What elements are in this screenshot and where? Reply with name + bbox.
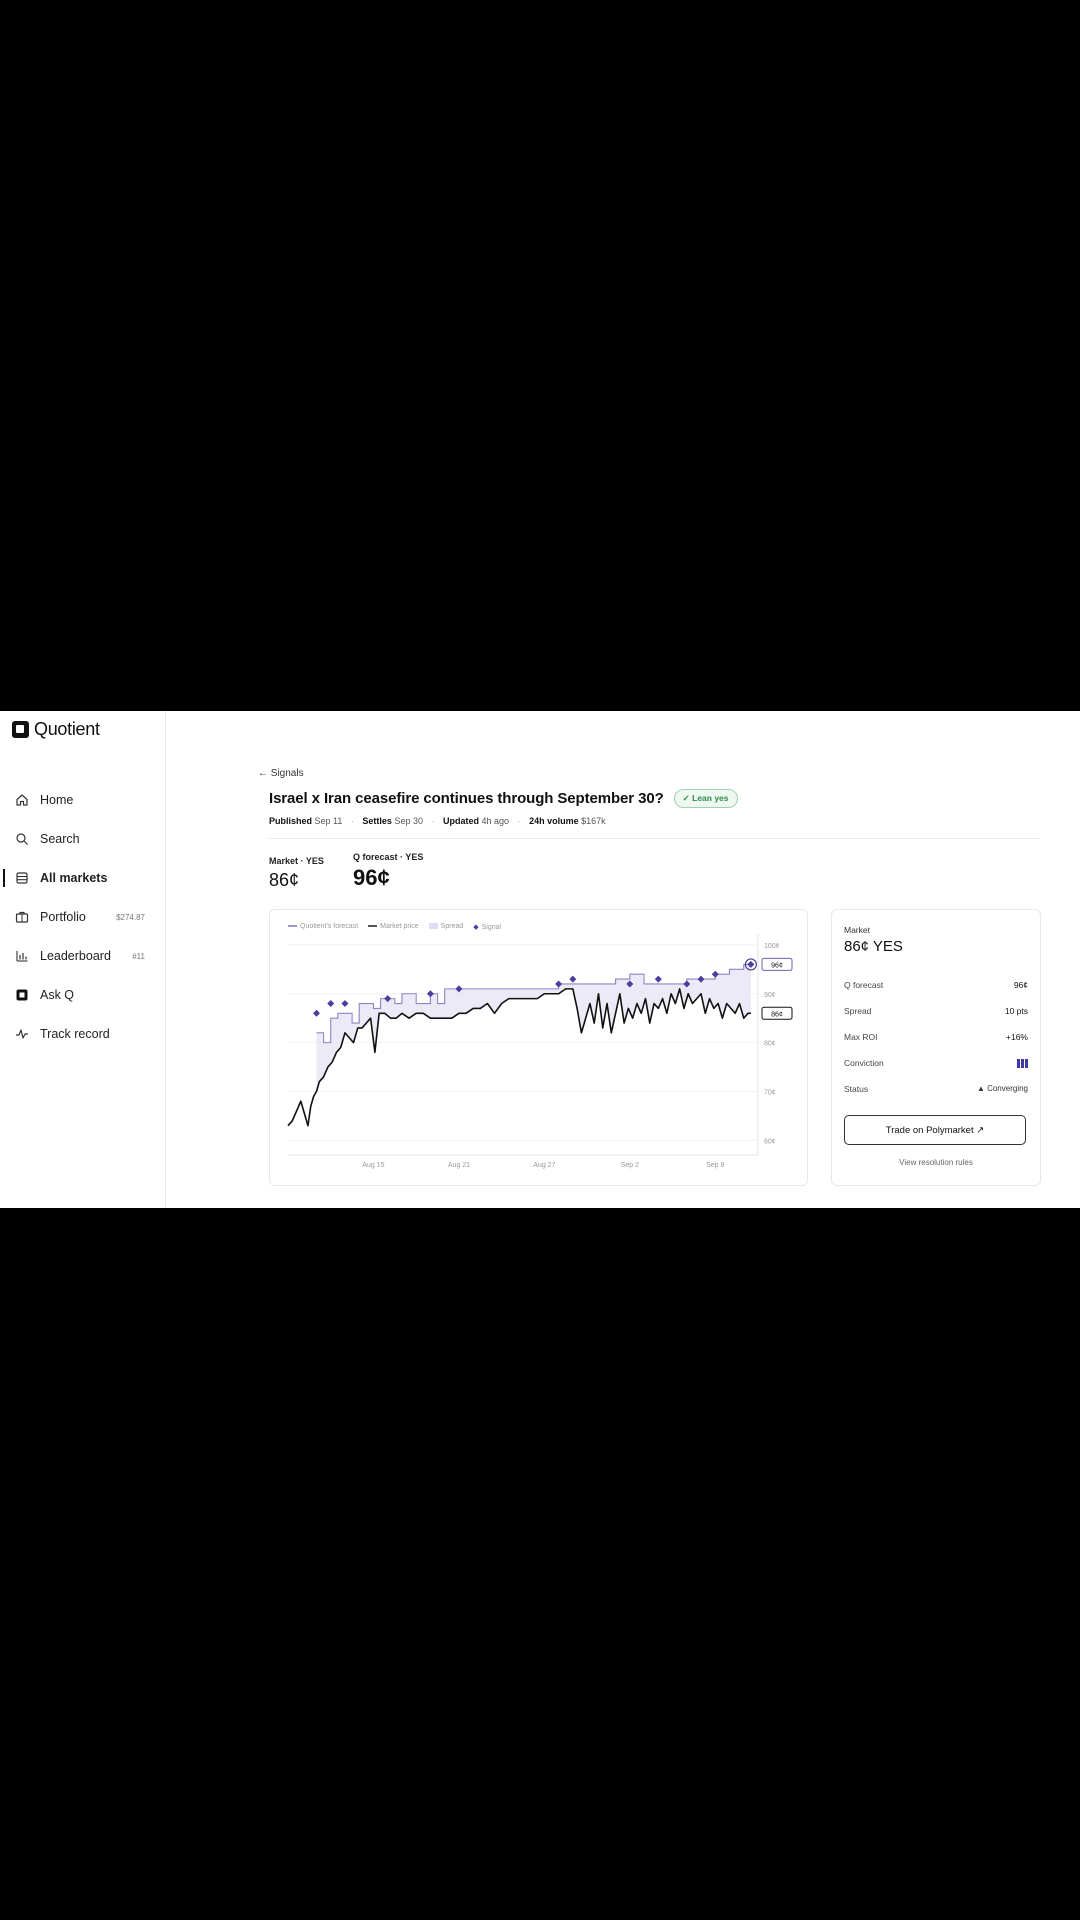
y-tick-label: 70¢	[764, 1089, 776, 1096]
sidebar-item-label: Leaderboard	[40, 949, 111, 963]
signal-marker	[569, 975, 577, 983]
row-value: 10 pts	[1004, 1006, 1028, 1016]
row-value: +16%	[1006, 1032, 1028, 1042]
app-window: Quotient Home Search All markets Portfol…	[0, 711, 1080, 1208]
sidebar-item-label: Home	[40, 793, 74, 807]
trade-on-polymarket-button[interactable]: Trade on Polymarket ↗	[844, 1115, 1026, 1145]
price-chart[interactable]: 100¢ 90¢ 80¢ 70¢ 60¢ Aug 15 Aug 21 Aug 27 Sep 2 S…	[270, 910, 807, 1185]
view-resolution-rules-link[interactable]: View resolution rules	[832, 1158, 1040, 1167]
activity-icon	[14, 1026, 30, 1042]
y-tick-label: 80¢	[764, 1041, 776, 1048]
settles-label: Settles	[362, 816, 392, 826]
sidebar-item-label: Track record	[40, 1027, 110, 1041]
volume-label: 24h volume	[529, 816, 579, 826]
market-stat: Market · YES 86¢	[269, 856, 324, 891]
signal-marker	[654, 975, 662, 983]
x-tick-label: Aug 27	[533, 1162, 555, 1169]
conviction-bar	[1025, 1059, 1028, 1068]
q-logo-icon	[14, 987, 30, 1003]
y-tick-label: 90¢	[764, 992, 776, 999]
market-stat-label: Market · YES	[269, 856, 324, 866]
row-key: Q forecast	[844, 980, 884, 990]
price-chart-card: Quotient's forecast Market price Spread …	[269, 909, 808, 1186]
separator: ·	[431, 816, 435, 826]
conviction-bar	[1017, 1059, 1020, 1068]
main-content: ← Signals Israel x Iran ceasefire contin…	[258, 711, 1041, 1208]
x-tick-label: Aug 21	[448, 1162, 470, 1169]
market-value-tag: 86¢	[771, 1011, 783, 1018]
row-key: Max ROI	[844, 1032, 878, 1042]
conviction-bars-icon	[1017, 1059, 1028, 1068]
sidebar-item-label: Search	[40, 832, 80, 846]
sidebar-item-label: All markets	[40, 871, 108, 885]
sidebar-item-label: Portfolio	[40, 910, 86, 924]
summary-row-conviction: Conviction	[844, 1058, 1028, 1072]
y-tick-label: 100¢	[764, 943, 780, 950]
brand-logo[interactable]: Quotient	[12, 719, 100, 740]
sidebar-item-leaderboard[interactable]: Leaderboard #11	[0, 941, 165, 971]
list-icon	[14, 870, 30, 886]
leaderboard-rank: #11	[132, 951, 145, 961]
bar-chart-icon	[14, 948, 30, 964]
summary-row-status: Status ▲ Converging	[844, 1084, 1028, 1098]
row-value: 96¢	[1013, 980, 1028, 990]
home-icon	[14, 792, 30, 808]
volume-value: $167k	[581, 816, 606, 826]
row-key: Status	[844, 1084, 869, 1094]
brand-name: Quotient	[34, 719, 100, 739]
market-stat-value: 86¢	[269, 870, 300, 890]
conviction-bar	[1021, 1059, 1024, 1068]
market-summary-card: Market 86¢ YES Q forecast 96¢ Spread 10 …	[831, 909, 1041, 1186]
x-tick-label: Sep 2	[621, 1162, 639, 1169]
forecast-stat-label: Q forecast · YES	[353, 852, 424, 862]
separator: ·	[350, 816, 354, 826]
title-row: Israel x Iran ceasefire continues throug…	[269, 789, 738, 808]
forecast-stat-value: 96¢	[353, 865, 390, 890]
row-value: ▲ Converging	[976, 1084, 1028, 1093]
sidebar: Quotient Home Search All markets Portfol…	[0, 711, 166, 1208]
published-value: Sep 11	[314, 816, 343, 826]
sidebar-item-track-record[interactable]: Track record	[0, 1019, 165, 1049]
quotient-logo-icon	[12, 721, 29, 738]
sidebar-item-all-markets[interactable]: All markets	[0, 863, 165, 893]
forecast-stat: Q forecast · YES 96¢	[353, 852, 423, 891]
briefcase-icon	[14, 909, 30, 925]
x-tick-label: Aug 15	[362, 1162, 384, 1169]
updated-label: Updated	[443, 816, 480, 826]
updated-value: 4h ago	[481, 816, 510, 826]
summary-row-max-roi: Max ROI +16%	[844, 1032, 1028, 1046]
sidebar-item-portfolio[interactable]: Portfolio $274.87	[0, 902, 165, 932]
status-badge: ✓ Lean yes	[673, 789, 738, 808]
row-key: Conviction	[844, 1058, 884, 1068]
page-title: Israel x Iran ceasefire continues throug…	[269, 790, 664, 807]
summary-row-spread: Spread 10 pts	[844, 1006, 1028, 1020]
sidebar-item-home[interactable]: Home	[0, 785, 165, 815]
portfolio-balance: $274.87	[116, 912, 145, 922]
row-key: Spread	[844, 1006, 872, 1016]
x-tick-label: Sep 8	[706, 1162, 724, 1169]
summary-market-value: 86¢ YES	[844, 938, 903, 955]
market-price-line	[287, 988, 751, 1127]
back-link[interactable]: ← Signals	[258, 768, 304, 779]
summary-row-forecast: Q forecast 96¢	[844, 980, 1028, 994]
sidebar-item-ask-q[interactable]: Ask Q	[0, 980, 165, 1010]
published-label: Published	[269, 816, 313, 826]
y-tick-label: 60¢	[764, 1138, 776, 1145]
forecast-value-tag: 96¢	[771, 962, 783, 969]
market-meta: Published Sep 11 · Settles Sep 30 · Upda…	[269, 816, 606, 826]
signal-marker	[312, 1009, 320, 1017]
summary-market-label: Market	[844, 925, 870, 935]
divider	[269, 838, 1040, 839]
sidebar-item-search[interactable]: Search	[0, 824, 165, 854]
separator: ·	[517, 816, 521, 826]
settles-value: Sep 30	[394, 816, 423, 826]
signal-marker	[327, 1000, 335, 1008]
signal-marker	[341, 1000, 349, 1008]
search-icon	[14, 831, 30, 847]
sidebar-item-label: Ask Q	[40, 988, 75, 1002]
